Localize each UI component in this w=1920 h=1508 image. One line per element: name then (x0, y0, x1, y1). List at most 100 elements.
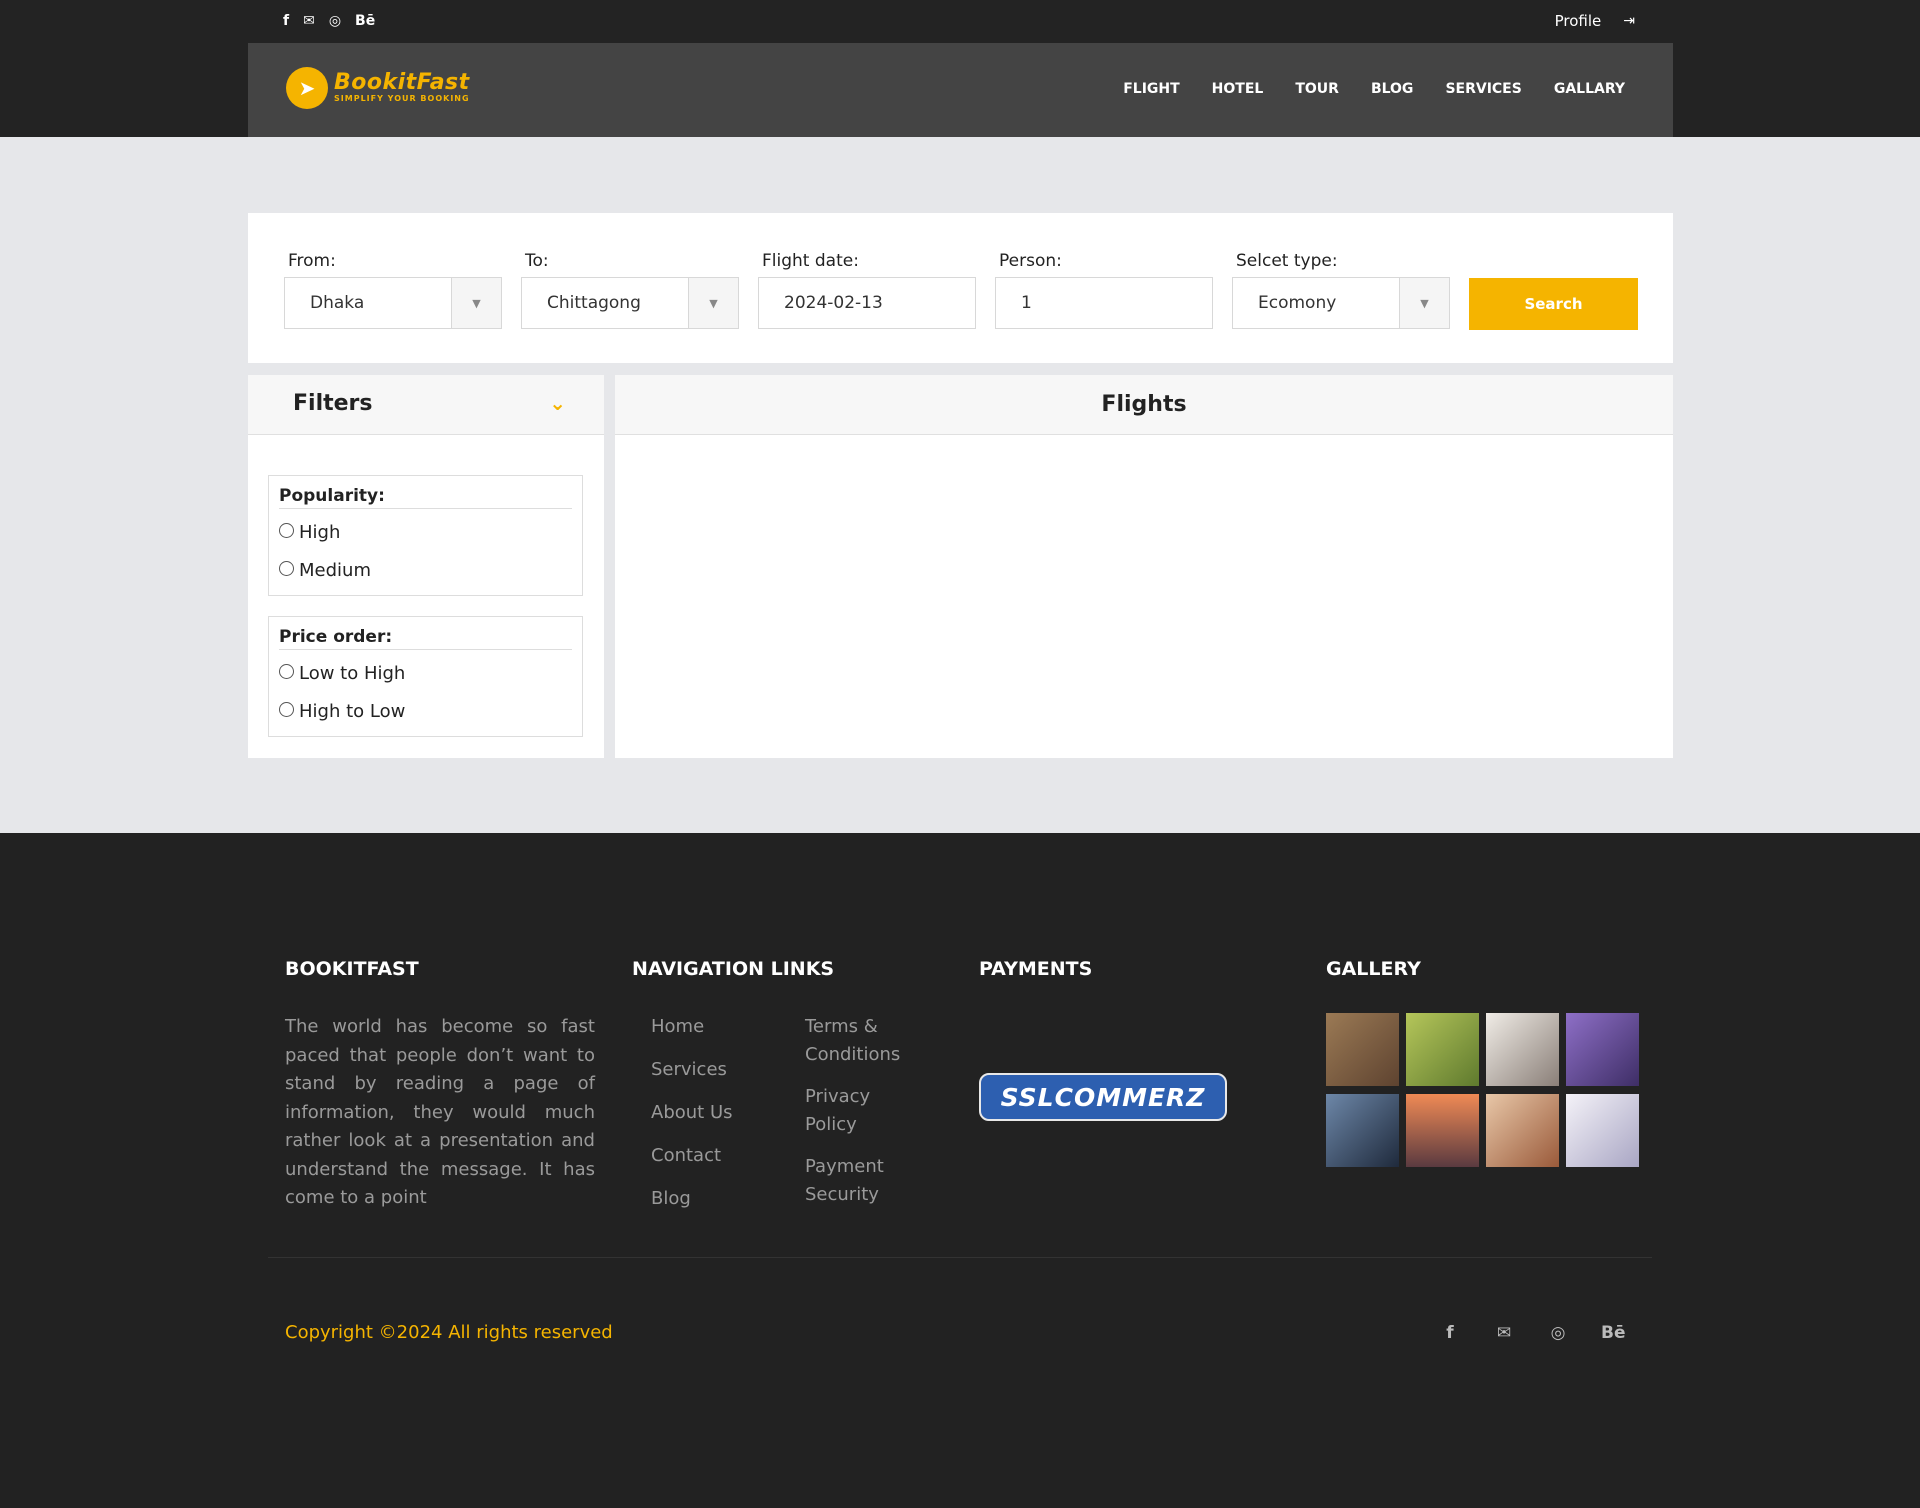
person-value: 1 (1021, 293, 1032, 313)
popularity-filter: Popularity: High Medium (268, 475, 583, 596)
footer-link-payment-security[interactable]: Payment Security (805, 1153, 920, 1209)
about-text: The world has become so fast paced that … (285, 1016, 595, 1208)
facebook-icon[interactable]: f (1439, 1323, 1461, 1343)
option-label: Medium (299, 559, 371, 581)
nav-links-col2: Terms & Conditions Privacy Policy Paymen… (805, 1013, 920, 1209)
dribbble-icon[interactable]: ◎ (329, 12, 341, 30)
gallery-image[interactable] (1406, 1094, 1479, 1167)
price-order-filter: Price order: Low to High High to Low (268, 616, 583, 737)
radio-button[interactable] (279, 701, 294, 717)
footer-link-privacy[interactable]: Privacy Policy (805, 1083, 920, 1139)
to-select[interactable]: Chittagong ▼ (521, 277, 739, 329)
to-label: To: (525, 251, 549, 271)
chevron-down-icon[interactable]: ⌄ (549, 391, 566, 415)
price-option-low-high[interactable]: Low to High (279, 654, 572, 692)
gallery-image[interactable] (1486, 1094, 1559, 1167)
logout-icon[interactable]: ⇥ (1623, 13, 1635, 29)
date-field: Flight date: 2024-02-13 (758, 251, 976, 329)
user-area: Profile ⇥ (1555, 12, 1635, 30)
option-label: High to Low (299, 700, 406, 722)
dribbble-icon[interactable]: ◎ (1547, 1323, 1569, 1343)
profile-link[interactable]: Profile (1555, 12, 1602, 30)
behance-icon[interactable]: Bē (355, 12, 375, 30)
radio-button[interactable] (279, 560, 294, 576)
option-label: High (299, 521, 341, 543)
logo-tagline: SIMPLIFY YOUR BOOKING (334, 94, 470, 103)
from-label: From: (288, 251, 336, 271)
footer-divider (268, 1257, 1652, 1258)
filters-header[interactable]: Filters ⌄ (248, 375, 604, 435)
main-menu: FLIGHT HOTEL TOUR BLOG SERVICES GALLARY (1123, 81, 1625, 97)
from-field: From: Dhaka ▼ (284, 251, 502, 329)
facebook-icon[interactable]: f (283, 12, 289, 30)
from-value: Dhaka (310, 293, 365, 313)
price-option-high-low[interactable]: High to Low (279, 692, 572, 730)
twitter-icon[interactable]: ✉ (303, 12, 315, 30)
nav-blog[interactable]: BLOG (1371, 81, 1414, 97)
gallery-image[interactable] (1326, 1013, 1399, 1086)
footer-link-terms[interactable]: Terms & Conditions (805, 1013, 920, 1069)
type-field: Selcet type: Ecomony ▼ (1232, 251, 1450, 329)
main-navbar: ➤ BookitFast SIMPLIFY YOUR BOOKING FLIGH… (248, 43, 1673, 137)
flight-search-form: From: Dhaka ▼ To: Chittagong ▼ Flight da… (248, 213, 1673, 363)
date-value: 2024-02-13 (784, 293, 883, 313)
nav-gallary[interactable]: GALLARY (1554, 81, 1625, 97)
popularity-option-high[interactable]: High (279, 513, 572, 551)
gallery-image[interactable] (1486, 1013, 1559, 1086)
from-select[interactable]: Dhaka ▼ (284, 277, 502, 329)
nav-links-title: NAVIGATION LINKS (632, 958, 835, 980)
radio-button[interactable] (279, 522, 294, 538)
footer-link-services[interactable]: Services (651, 1056, 733, 1084)
to-field: To: Chittagong ▼ (521, 251, 739, 329)
twitter-icon[interactable]: ✉ (1493, 1323, 1515, 1343)
nav-flight[interactable]: FLIGHT (1123, 81, 1179, 97)
radio-button[interactable] (279, 663, 294, 679)
gallery-image[interactable] (1566, 1094, 1639, 1167)
footer-link-contact[interactable]: Contact (651, 1142, 733, 1170)
type-value: Ecomony (1258, 293, 1337, 313)
copyright: Copyright ©2024 All rights reserved (285, 1322, 613, 1343)
footer: BOOKITFAST The world has become so fast … (0, 833, 1920, 1508)
paper-plane-icon: ➤ (286, 67, 328, 109)
popularity-label: Popularity: (279, 486, 572, 509)
popularity-option-medium[interactable]: Medium (279, 551, 572, 589)
gallery-image[interactable] (1566, 1013, 1639, 1086)
filters-panel: Filters ⌄ Popularity: High Medium Price … (248, 375, 604, 758)
footer-link-about[interactable]: About Us (651, 1099, 733, 1127)
nav-links-col1: Home Services About Us Contact Blog (651, 1013, 733, 1213)
gallery-title: GALLERY (1326, 958, 1421, 980)
nav-services[interactable]: SERVICES (1445, 81, 1521, 97)
nav-hotel[interactable]: HOTEL (1212, 81, 1264, 97)
nav-tour[interactable]: TOUR (1295, 81, 1339, 97)
logo[interactable]: ➤ BookitFast SIMPLIFY YOUR BOOKING (286, 67, 470, 109)
chevron-down-icon[interactable]: ▼ (1399, 278, 1449, 328)
payments-title: PAYMENTS (979, 958, 1093, 980)
type-label: Selcet type: (1236, 251, 1338, 271)
behance-icon[interactable]: Bē (1601, 1323, 1626, 1343)
about-title: BOOKITFAST (285, 958, 419, 980)
chevron-down-icon[interactable]: ▼ (688, 278, 738, 328)
top-social-links: f ✉ ◎ Bē (283, 12, 375, 30)
gallery-image[interactable] (1406, 1013, 1479, 1086)
person-field: Person: 1 (995, 251, 1213, 329)
filters-title: Filters (293, 391, 373, 416)
search-button[interactable]: Search (1469, 278, 1638, 330)
person-input[interactable]: 1 (995, 277, 1213, 329)
gallery-grid (1326, 1013, 1639, 1167)
type-select[interactable]: Ecomony ▼ (1232, 277, 1450, 329)
footer-social-links: f ✉ ◎ Bē (1439, 1323, 1626, 1343)
sslcommerz-logo: SSLCOMMERZ (979, 1073, 1227, 1121)
price-order-label: Price order: (279, 627, 572, 650)
gallery-image[interactable] (1326, 1094, 1399, 1167)
person-label: Person: (999, 251, 1062, 271)
chevron-down-icon[interactable]: ▼ (451, 278, 501, 328)
logo-name: BookitFast (334, 70, 470, 95)
flight-date-input[interactable]: 2024-02-13 (758, 277, 976, 329)
footer-link-home[interactable]: Home (651, 1013, 733, 1041)
to-value: Chittagong (547, 293, 641, 313)
footer-link-blog[interactable]: Blog (651, 1185, 733, 1213)
flights-title: Flights (615, 375, 1673, 435)
date-label: Flight date: (762, 251, 859, 271)
option-label: Low to High (299, 662, 406, 684)
flights-panel: Flights (615, 375, 1673, 758)
